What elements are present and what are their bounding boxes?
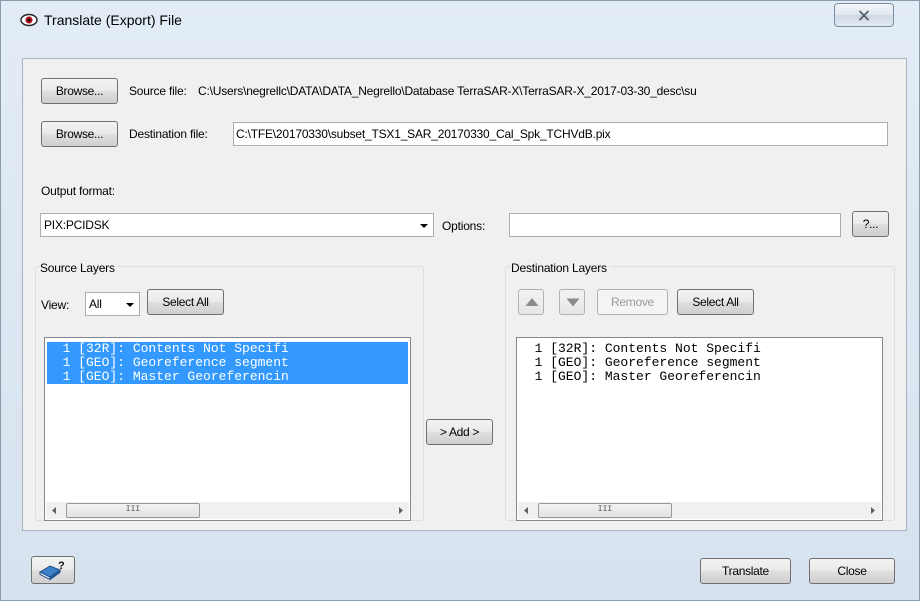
destination-layers-title: Destination Layers: [511, 261, 610, 275]
move-down-button[interactable]: [559, 289, 585, 315]
scrollbar-thumb[interactable]: III: [66, 503, 200, 518]
source-layers-list[interactable]: 1 [32R]: Contents Not Specifi 1 [GEO]: G…: [44, 337, 411, 521]
title-bar: Translate (Export) File: [1, 1, 919, 37]
view-value: All: [89, 297, 102, 311]
list-item[interactable]: 1 [GEO]: Master Georeferencin: [47, 370, 408, 384]
scroll-left-icon[interactable]: [46, 502, 63, 519]
window-close-button[interactable]: [834, 3, 894, 27]
scroll-right-icon[interactable]: [392, 502, 409, 519]
output-format-label: Output format:: [41, 184, 115, 198]
help-button[interactable]: ?: [31, 556, 75, 584]
destination-file-label: Destination file:: [129, 127, 208, 141]
destination-file-input[interactable]: C:\TFE\20170330\subset_TSX1_SAR_20170330…: [233, 122, 888, 146]
source-browse-button[interactable]: Browse...: [41, 78, 118, 104]
source-select-all-button[interactable]: Select All: [147, 289, 224, 315]
horizontal-scrollbar[interactable]: III: [518, 502, 881, 519]
translate-export-dialog: Translate (Export) File Browse... Source…: [0, 0, 920, 601]
list-item[interactable]: 1 [GEO]: Georeference segment: [519, 356, 880, 370]
destination-browse-button[interactable]: Browse...: [41, 121, 118, 147]
scroll-left-icon[interactable]: [518, 502, 535, 519]
output-format-value: PIX:PCIDSK: [44, 218, 110, 232]
close-button[interactable]: Close: [809, 558, 895, 584]
add-button[interactable]: > Add >: [426, 419, 493, 445]
destination-select-all-button[interactable]: Select All: [677, 289, 754, 315]
view-label: View:: [41, 298, 70, 312]
destination-layers-list[interactable]: 1 [32R]: Contents Not Specifi 1 [GEO]: G…: [516, 337, 883, 521]
remove-button[interactable]: Remove: [597, 289, 668, 315]
list-item[interactable]: 1 [GEO]: Master Georeferencin: [519, 370, 880, 384]
list-item[interactable]: 1 [GEO]: Georeference segment: [47, 356, 408, 370]
window-title: Translate (Export) File: [44, 12, 182, 28]
scrollbar-thumb[interactable]: III: [538, 503, 672, 518]
options-input[interactable]: [509, 213, 841, 237]
source-layers-title: Source Layers: [40, 261, 118, 275]
source-file-label: Source file:: [129, 84, 187, 98]
options-help-button[interactable]: ?...: [852, 211, 889, 237]
list-item[interactable]: 1 [32R]: Contents Not Specifi: [519, 342, 880, 356]
list-item[interactable]: 1 [32R]: Contents Not Specifi: [47, 342, 408, 356]
options-label: Options:: [442, 219, 486, 233]
translate-button[interactable]: Translate: [700, 558, 791, 584]
output-format-select[interactable]: PIX:PCIDSK: [40, 213, 434, 237]
scroll-right-icon[interactable]: [864, 502, 881, 519]
chevron-down-icon: [420, 224, 428, 228]
source-file-path: C:\Users\negrellc\DATA\DATA_Negrello\Dat…: [198, 84, 697, 98]
horizontal-scrollbar[interactable]: III: [46, 502, 409, 519]
chevron-down-icon: [126, 303, 134, 307]
move-up-button[interactable]: [518, 289, 544, 315]
eye-icon: [20, 13, 38, 27]
view-select[interactable]: All: [85, 292, 140, 316]
svg-text:?: ?: [58, 561, 65, 572]
